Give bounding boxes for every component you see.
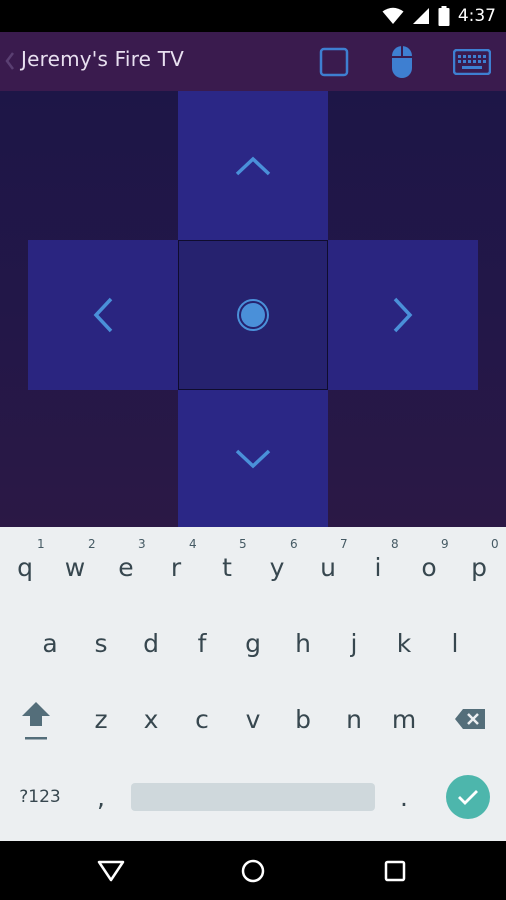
dpad-select-button[interactable] bbox=[178, 240, 328, 390]
nav-back-button[interactable] bbox=[71, 841, 151, 900]
nav-recents-button[interactable] bbox=[355, 841, 435, 900]
key-i[interactable]: i bbox=[354, 545, 402, 589]
shift-key[interactable] bbox=[12, 697, 60, 747]
select-dot-icon bbox=[237, 299, 269, 331]
backspace-key[interactable] bbox=[446, 697, 494, 741]
chevron-left-icon bbox=[93, 297, 113, 333]
app-bar: Jeremy's Fire TV bbox=[0, 32, 506, 91]
key-k[interactable]: k bbox=[380, 621, 428, 665]
battery-icon bbox=[438, 6, 450, 26]
key-t[interactable]: t bbox=[203, 545, 251, 589]
key-b[interactable]: b bbox=[279, 697, 327, 741]
key-hint: 3 bbox=[138, 537, 146, 551]
key-j[interactable]: j bbox=[330, 621, 378, 665]
soft-keyboard: q 1 w 2 e 3 r 4 t 5 y 6 u 7 i 8 o 9 p 0 … bbox=[0, 527, 506, 841]
key-o[interactable]: o bbox=[405, 545, 453, 589]
keyboard-icon bbox=[453, 48, 491, 75]
chevron-up-icon bbox=[235, 156, 271, 175]
space-key[interactable] bbox=[131, 783, 375, 811]
status-bar: 4:37 bbox=[0, 0, 506, 32]
key-r[interactable]: r bbox=[152, 545, 200, 589]
dpad-down-button[interactable] bbox=[178, 390, 328, 527]
back-icon bbox=[97, 860, 125, 881]
symbols-key[interactable]: ?123 bbox=[10, 784, 70, 810]
key-h[interactable]: h bbox=[279, 621, 327, 665]
back-chevron-icon[interactable] bbox=[2, 49, 18, 73]
mouse-mode-button[interactable] bbox=[374, 32, 430, 91]
key-hint: 4 bbox=[189, 537, 197, 551]
key-p[interactable]: p bbox=[455, 545, 503, 589]
key-s[interactable]: s bbox=[77, 621, 125, 665]
key-f[interactable]: f bbox=[178, 621, 226, 665]
dpad-area bbox=[0, 91, 506, 527]
key-y[interactable]: y bbox=[253, 545, 301, 589]
keyboard-mode-button[interactable] bbox=[444, 32, 500, 91]
wifi-icon bbox=[382, 7, 404, 24]
dpad-right-button[interactable] bbox=[328, 240, 478, 390]
period-key[interactable]: . bbox=[380, 775, 428, 819]
key-w[interactable]: w bbox=[51, 545, 99, 589]
nav-home-button[interactable] bbox=[213, 841, 293, 900]
key-hint: 2 bbox=[88, 537, 96, 551]
comma-key[interactable]: , bbox=[77, 775, 125, 819]
key-x[interactable]: x bbox=[127, 697, 175, 741]
chevron-down-icon bbox=[235, 449, 271, 468]
cell-signal-icon bbox=[412, 8, 429, 24]
recents-icon bbox=[384, 860, 406, 881]
dpad-mode-icon bbox=[319, 47, 349, 76]
dpad-up-button[interactable] bbox=[178, 91, 328, 240]
key-hint: 7 bbox=[340, 537, 348, 551]
dpad-left-button[interactable] bbox=[28, 240, 178, 390]
check-icon bbox=[458, 790, 478, 805]
shift-icon bbox=[22, 702, 50, 740]
app-title: Jeremy's Fire TV bbox=[21, 47, 185, 71]
key-d[interactable]: d bbox=[127, 621, 175, 665]
home-icon bbox=[241, 859, 265, 882]
dpad-mode-button[interactable] bbox=[306, 32, 362, 91]
key-m[interactable]: m bbox=[380, 697, 428, 741]
key-c[interactable]: c bbox=[178, 697, 226, 741]
key-hint: 6 bbox=[290, 537, 298, 551]
key-hint: 9 bbox=[441, 537, 449, 551]
key-z[interactable]: z bbox=[77, 697, 125, 741]
chevron-right-icon bbox=[393, 297, 413, 333]
key-q[interactable]: q bbox=[1, 545, 49, 589]
backspace-icon bbox=[455, 709, 485, 729]
key-v[interactable]: v bbox=[229, 697, 277, 741]
key-hint: 1 bbox=[37, 537, 45, 551]
key-n[interactable]: n bbox=[330, 697, 378, 741]
key-u[interactable]: u bbox=[304, 545, 352, 589]
key-g[interactable]: g bbox=[229, 621, 277, 665]
status-icons: 4:37 bbox=[382, 4, 496, 28]
key-l[interactable]: l bbox=[431, 621, 479, 665]
key-hint: 8 bbox=[391, 537, 399, 551]
key-hint: 0 bbox=[491, 537, 499, 551]
key-e[interactable]: e bbox=[102, 545, 150, 589]
enter-key[interactable] bbox=[446, 775, 490, 819]
nav-bar bbox=[0, 841, 506, 900]
status-time: 4:37 bbox=[457, 6, 496, 26]
key-hint: 5 bbox=[239, 537, 247, 551]
key-a[interactable]: a bbox=[26, 621, 74, 665]
mouse-icon bbox=[392, 45, 412, 78]
